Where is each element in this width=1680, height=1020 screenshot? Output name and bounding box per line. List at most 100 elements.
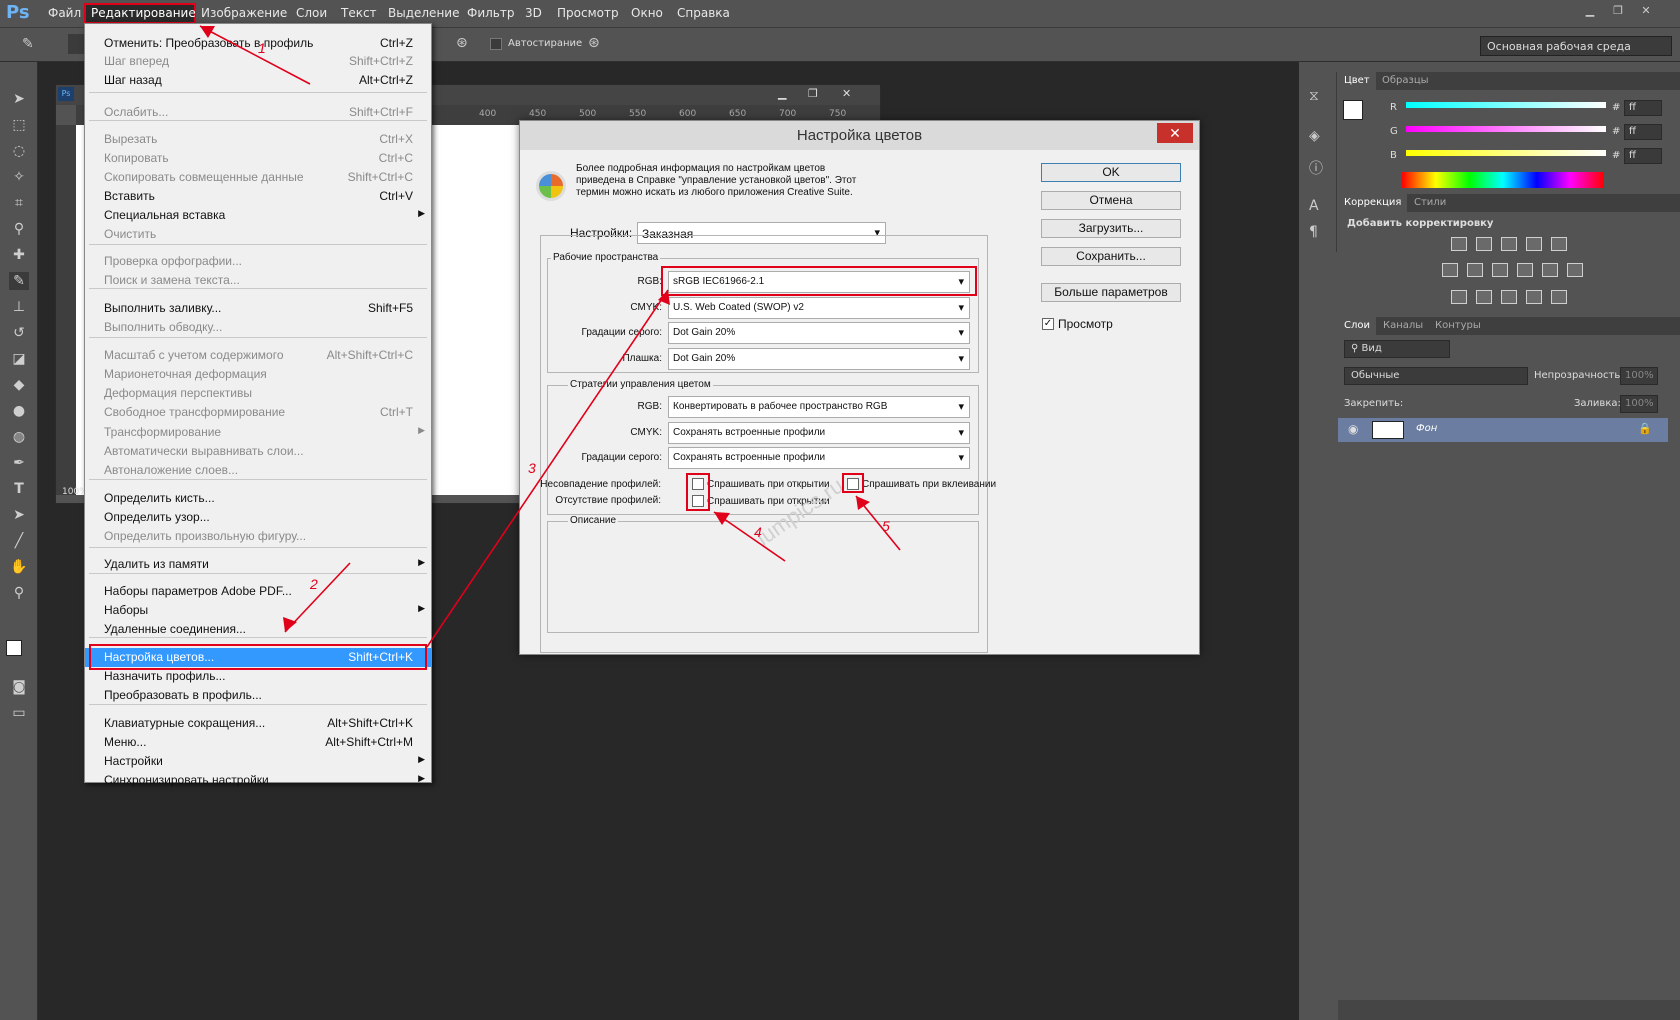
type-tool-icon[interactable]: T — [9, 480, 29, 498]
exposure-icon[interactable] — [1526, 237, 1542, 251]
posterize-icon[interactable] — [1476, 290, 1492, 304]
channel-mixer-icon[interactable] — [1542, 263, 1558, 277]
menu-help[interactable]: Справка — [677, 6, 730, 20]
edit-menu-item[interactable]: Трансформирование ▶ — [85, 423, 431, 442]
menu-window[interactable]: Окно — [631, 6, 663, 20]
fill-input[interactable]: 100% — [1620, 395, 1658, 413]
tab-paths[interactable]: Контуры — [1429, 317, 1487, 335]
ws-cmyk-select[interactable]: U.S. Web Coated (SWOP) v2 — [668, 297, 970, 319]
pencil-tool-icon[interactable]: ✎ — [9, 272, 29, 290]
layer-row[interactable]: ◉ Фон 🔒 — [1338, 418, 1668, 442]
marquee-tool-icon[interactable]: ⬚ — [9, 116, 29, 134]
doc-close-icon[interactable]: ✕ — [842, 87, 851, 100]
edit-menu-item[interactable]: Масштаб с учетом содержимого Alt+Shift+Ct… — [85, 346, 431, 365]
visibility-eye-icon[interactable]: ◉ — [1348, 422, 1358, 436]
color-spectrum-bar[interactable] — [1402, 172, 1604, 188]
minimize-icon[interactable]: ▁ — [1576, 3, 1604, 19]
opacity-input[interactable]: 100% — [1620, 367, 1658, 385]
edit-menu-item[interactable]: Удаленные соединения... — [85, 620, 431, 639]
blur-icon[interactable]: ◍ — [9, 428, 29, 446]
menu-view[interactable]: Просмотр — [557, 6, 619, 20]
menu-layers[interactable]: Слои — [296, 6, 327, 20]
load-button[interactable]: Загрузить... — [1041, 219, 1181, 238]
pol-gray-select[interactable]: Сохранять встроенные профили — [668, 447, 970, 469]
pen-tool-icon[interactable]: ✒ — [9, 454, 29, 472]
brightness-icon[interactable] — [1451, 237, 1467, 251]
edit-menu-item[interactable]: Поиск и замена текста... — [85, 271, 431, 290]
hue-saturation-icon[interactable] — [1442, 263, 1458, 277]
eyedropper-icon[interactable]: ⚲ — [9, 220, 29, 238]
edit-menu-item[interactable]: Скопировать совмещенные данные Shift+Ctrl… — [85, 168, 431, 187]
tab-adjustments[interactable]: Коррекция — [1338, 194, 1408, 212]
blend-mode-select[interactable]: Обычные — [1344, 367, 1528, 385]
crop-tool-icon[interactable]: ⌗ — [9, 194, 29, 212]
foreground-color-swatch[interactable] — [6, 640, 22, 656]
pol-cmyk-select[interactable]: Сохранять встроенные профили — [668, 422, 970, 444]
photo-filter-icon[interactable] — [1517, 263, 1533, 277]
pressure-icon[interactable]: ⊛ — [456, 35, 468, 51]
tab-channels[interactable]: Каналы — [1377, 317, 1429, 335]
3d-icon[interactable]: ◈ — [1309, 128, 1320, 144]
levels-icon[interactable] — [1476, 237, 1492, 251]
fg-color-swatch[interactable] — [1343, 100, 1363, 120]
history-brush-icon[interactable]: ↺ — [9, 324, 29, 342]
edit-menu-item[interactable]: Выполнить заливку... Shift+F5 — [85, 299, 431, 318]
selective-color-icon[interactable] — [1526, 290, 1542, 304]
edit-menu-item[interactable]: Определить узор... — [85, 508, 431, 527]
edit-menu-item[interactable]: Назначить профиль... — [85, 667, 431, 686]
vibrance-icon[interactable] — [1551, 237, 1567, 251]
edit-menu-item[interactable]: Копировать Ctrl+C — [85, 149, 431, 168]
ws-gray-select[interactable]: Dot Gain 20% — [668, 322, 970, 344]
curves-icon[interactable] — [1501, 237, 1517, 251]
edit-menu-item[interactable]: Наборы параметров Adobe PDF... — [85, 582, 431, 601]
tablet-size-icon[interactable]: ⊛ — [588, 35, 600, 51]
quick-select-icon[interactable]: ✧ — [9, 168, 29, 186]
edit-menu-item[interactable]: Деформация перспективы — [85, 384, 431, 403]
menu-type[interactable]: Текст — [341, 6, 377, 20]
edit-menu-item[interactable]: Вырезать Ctrl+X — [85, 130, 431, 149]
tab-styles[interactable]: Стили — [1408, 194, 1452, 212]
edit-menu-item[interactable]: Наборы ▶ — [85, 601, 431, 620]
path-select-icon[interactable]: ➤ — [9, 506, 29, 524]
move-tool-icon[interactable]: ➤ — [9, 90, 29, 108]
layer-filter-select[interactable]: ⚲ Вид — [1344, 340, 1450, 358]
ok-button[interactable]: OK — [1041, 163, 1181, 182]
tab-layers[interactable]: Слои — [1338, 317, 1376, 335]
menu-file[interactable]: Файл — [48, 6, 81, 20]
more-options-button[interactable]: Больше параметров — [1041, 283, 1181, 302]
stamp-tool-icon[interactable]: ⊥ — [9, 298, 29, 316]
menu-edit[interactable]: Редактирование — [91, 6, 196, 20]
cancel-button[interactable]: Отмена — [1041, 191, 1181, 210]
pencil-icon[interactable]: ✎ — [22, 36, 34, 52]
edit-menu-item[interactable]: Проверка орфографии... — [85, 252, 431, 271]
zoom-tool-icon[interactable]: ⚲ — [9, 584, 29, 602]
paint-bucket-icon[interactable]: ◆ — [9, 376, 29, 394]
menu-3d[interactable]: 3D — [525, 6, 542, 20]
channel-b-input[interactable]: ff — [1624, 148, 1662, 164]
ws-spot-select[interactable]: Dot Gain 20% — [668, 348, 970, 370]
menu-image[interactable]: Изображение — [201, 6, 287, 20]
edit-menu-item[interactable]: Преобразовать в профиль... — [85, 686, 431, 705]
restore-icon[interactable]: ❐ — [1604, 3, 1632, 19]
edit-menu-item[interactable]: Шаг назад Alt+Ctrl+Z — [85, 71, 431, 90]
doc-restore-icon[interactable]: ❐ — [808, 87, 818, 100]
tab-swatches[interactable]: Образцы — [1376, 72, 1435, 90]
black-white-icon[interactable] — [1492, 263, 1508, 277]
doc-minimize-icon[interactable]: ▁ — [778, 87, 786, 100]
gradient-map-icon[interactable] — [1551, 290, 1567, 304]
edit-menu-item[interactable]: Вставить Ctrl+V — [85, 187, 431, 206]
menu-select[interactable]: Выделение — [388, 6, 459, 20]
workspace-select[interactable]: Основная рабочая среда — [1480, 36, 1672, 56]
eraser-icon[interactable]: ◪ — [9, 350, 29, 368]
character-icon[interactable]: A — [1309, 198, 1319, 214]
hand-tool-icon[interactable]: ✋ — [9, 558, 29, 576]
healing-brush-icon[interactable]: ✚ — [9, 246, 29, 264]
edit-menu-item[interactable]: Специальная вставка ▶ — [85, 206, 431, 225]
quick-mask-icon[interactable]: ◙ — [9, 678, 29, 696]
dodge-icon[interactable]: ● — [9, 402, 29, 420]
edit-menu-item[interactable]: Удалить из памяти ▶ — [85, 555, 431, 574]
edit-menu-item[interactable]: Выполнить обводку... — [85, 318, 431, 337]
color-lookup-icon[interactable] — [1567, 263, 1583, 277]
dialog-close-icon[interactable]: ✕ — [1157, 123, 1193, 143]
tab-color[interactable]: Цвет — [1338, 72, 1376, 90]
